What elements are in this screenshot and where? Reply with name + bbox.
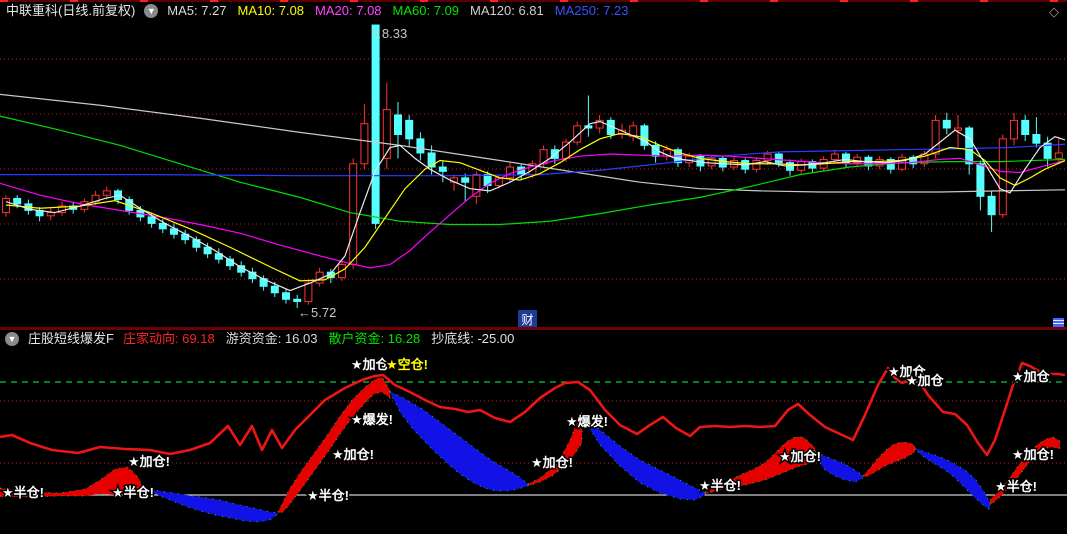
candle-body — [147, 216, 156, 224]
panel-handle-icon[interactable] — [1053, 318, 1064, 327]
signal-marker: ★空仓! — [386, 357, 428, 372]
signal-marker: ★加仓! — [332, 447, 374, 462]
signal-marker: ★加仓! — [128, 454, 170, 469]
capital-band-red — [862, 441, 916, 478]
candle-body — [102, 190, 111, 196]
candlestick-chart[interactable]: ↖8.33 ←5.72 财 — [0, 0, 1067, 330]
ma5-line — [5, 120, 1066, 292]
candle-body — [998, 138, 1007, 216]
candle-body — [46, 212, 55, 217]
candle-body — [349, 163, 358, 266]
candle-body — [562, 141, 570, 159]
signal-marker: ★加仓 — [1012, 369, 1051, 384]
candle-body — [282, 292, 290, 300]
candle-body — [987, 195, 996, 216]
signal-marker: ★加仓 — [906, 373, 945, 388]
candle-body — [718, 157, 727, 168]
signal-marker: ★半仓! — [995, 479, 1037, 494]
capital-band-blue — [142, 488, 279, 523]
signal-marker: ★加仓 — [351, 357, 390, 372]
candle-body — [360, 123, 369, 165]
event-marker-label: 财 — [521, 313, 533, 327]
candle-body — [1010, 119, 1018, 140]
candle-body — [461, 177, 470, 183]
candle-body — [304, 282, 313, 302]
capital-band-blue — [814, 451, 864, 483]
high-price-label: ↖8.33 — [371, 26, 407, 41]
candle-body — [774, 153, 783, 164]
signal-marker: ★爆发! — [351, 412, 393, 427]
candle-body — [438, 166, 447, 172]
candle-body — [371, 24, 380, 224]
candle-body — [965, 127, 974, 165]
candle-body — [158, 222, 167, 230]
candle-body — [405, 119, 414, 140]
candle-body — [293, 298, 302, 302]
candle-body — [394, 114, 402, 136]
capital-band-blue — [388, 391, 529, 492]
capital-band-blue — [913, 446, 991, 511]
signal-marker: ★加仓! — [531, 455, 573, 470]
app-window: 中联重科(日线.前复权) ▼ MA5: 7.27 MA10: 7.08 MA20: … — [0, 0, 1067, 534]
candle-body — [1032, 134, 1041, 144]
candle-body — [797, 161, 806, 171]
candle-body — [270, 285, 279, 294]
low-price-label: ←5.72 — [298, 305, 336, 320]
signal-marker: ★加仓! — [1012, 447, 1054, 462]
candle-body — [1021, 119, 1030, 136]
signal-marker: ★半仓! — [699, 478, 741, 493]
signal-marker: ★半仓! — [112, 485, 154, 500]
ma10-line — [5, 132, 1066, 282]
candle-body — [539, 149, 548, 165]
signal-marker: ★半仓! — [307, 488, 349, 503]
candle-body — [382, 109, 391, 159]
candle-body — [752, 160, 761, 170]
candle-body — [830, 153, 839, 160]
candle-body — [13, 197, 22, 205]
candle-body — [942, 119, 951, 129]
signal-marker: ★爆发! — [566, 414, 608, 429]
candle-body — [1054, 152, 1063, 159]
candle-body — [416, 138, 425, 154]
indicator-chart[interactable]: ★半仓! ★半仓!★加仓!★半仓!★加仓!★爆发!★加仓★空仓!★加仓!★爆发!★… — [0, 330, 1067, 534]
signal-marker: ★加仓! — [779, 449, 821, 464]
signal-marker: ★半仓! — [2, 485, 44, 500]
